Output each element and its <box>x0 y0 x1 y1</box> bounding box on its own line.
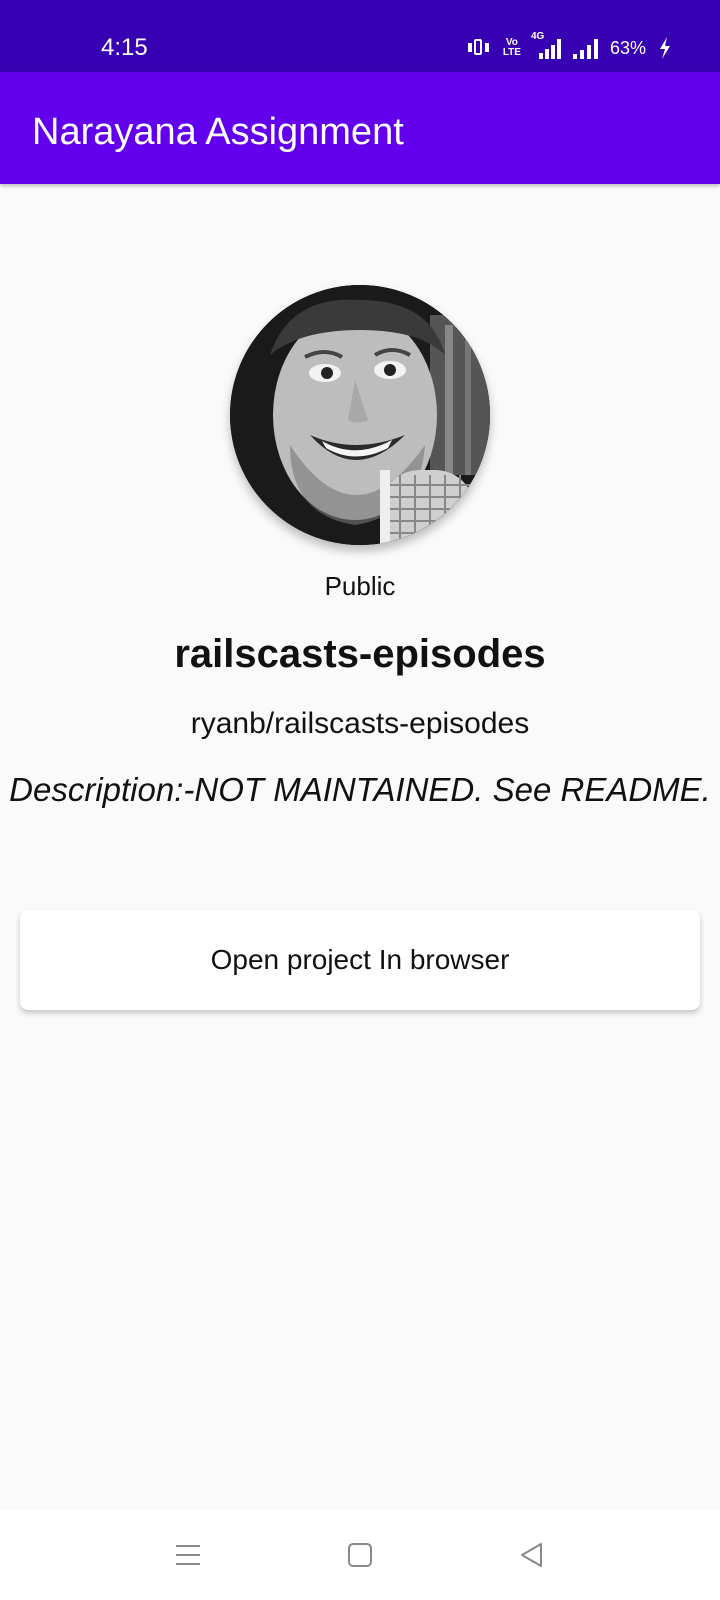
charging-icon <box>660 37 670 59</box>
owner-avatar <box>230 285 490 545</box>
vibrate-icon <box>467 38 491 58</box>
app-bar: Narayana Assignment <box>0 72 720 184</box>
home-icon <box>348 1543 372 1567</box>
repo-name: railscasts-episodes <box>174 632 546 676</box>
back-icon <box>521 1543 542 1567</box>
repo-full-name: ryanb/railscasts-episodes <box>190 707 530 740</box>
recent-apps-button[interactable] <box>166 1535 210 1575</box>
repo-visibility: Public <box>324 571 396 601</box>
menu-icon <box>176 1545 200 1565</box>
status-time: 4:15 <box>101 34 148 61</box>
repo-description: Description:-NOT MAINTAINED. See README. <box>9 771 711 808</box>
home-button[interactable] <box>338 1535 382 1575</box>
open-in-browser-button[interactable]: Open project In browser <box>20 910 700 1010</box>
system-nav-bar <box>0 1510 720 1600</box>
app-title: Narayana Assignment <box>32 111 404 153</box>
volte-icon: Vo LTE <box>503 38 521 58</box>
volte-bottom-text: LTE <box>502 47 521 58</box>
back-button[interactable] <box>510 1535 554 1575</box>
status-bar: 4:15 Vo LTE 4G 63% <box>0 0 720 72</box>
signal-icon <box>572 37 598 59</box>
status-icons: Vo LTE 4G 63% <box>467 30 672 66</box>
network-type-label: 4G <box>530 31 545 42</box>
battery-percentage: 63% <box>609 37 646 58</box>
network-4g-icon: 4G <box>531 31 561 59</box>
